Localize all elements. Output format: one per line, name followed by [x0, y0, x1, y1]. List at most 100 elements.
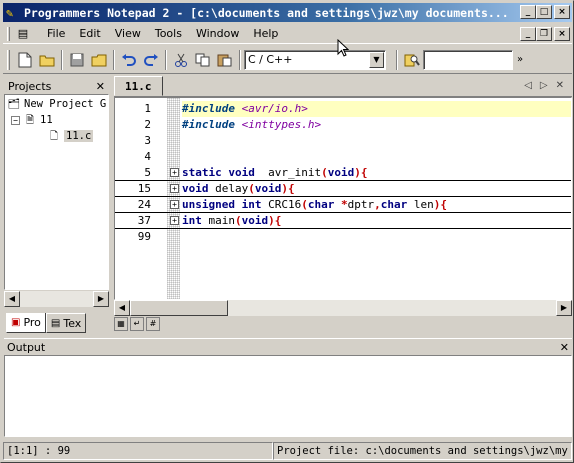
tab-scroll-left-icon[interactable]: ◁ — [524, 80, 532, 91]
mdi-close-button[interactable]: × — [554, 27, 570, 41]
chevron-down-icon[interactable]: ▼ — [369, 51, 384, 68]
editor-hscroll[interactable]: ◀ ▶ — [114, 300, 572, 316]
code-line[interactable]: 4 — [115, 149, 571, 165]
code-text: static void avr_init(void){ — [182, 165, 367, 181]
mdi-minimize-button[interactable]: _ — [520, 27, 536, 41]
code-editor[interactable]: 1 #include <avr/io.h> 2 #include <inttypes.… — [114, 97, 572, 300]
scroll-track[interactable] — [20, 291, 93, 307]
redo-icon[interactable] — [140, 49, 162, 71]
code-token: void — [327, 166, 355, 179]
code-line[interactable]: 3 — [115, 133, 571, 149]
close-icon[interactable]: ✕ — [96, 80, 105, 93]
open-folder-icon[interactable] — [88, 49, 110, 71]
text-clips-icon: ▤ — [50, 317, 61, 329]
toolbar-separator — [61, 49, 63, 70]
tab-scroll-right-icon[interactable]: ▷ — [540, 80, 548, 91]
title-bar[interactable]: ✎ Programmers Notepad 2 - [c:\documents … — [3, 3, 572, 22]
scroll-right-icon[interactable]: ▶ — [556, 300, 572, 316]
scroll-right-icon[interactable]: ▶ — [93, 291, 109, 307]
code-line[interactable]: 5 + static void avr_init(void){ — [115, 165, 571, 181]
tab-text-clips[interactable]: ▤ Tex — [45, 313, 87, 333]
code-token: static void — [182, 166, 255, 179]
code-token: void — [254, 182, 282, 195]
code-token: void — [241, 214, 269, 227]
projects-hscroll[interactable]: ◀ ▶ — [4, 291, 109, 307]
status-position: [1:1] : 99 — [3, 442, 273, 460]
tab-projects[interactable]: ▣ Pro — [6, 313, 46, 333]
scroll-left-icon[interactable]: ◀ — [114, 300, 130, 316]
tree-item-label: 11 — [40, 114, 53, 126]
output-pane[interactable] — [4, 355, 572, 437]
toolbar-grip[interactable] — [7, 49, 10, 70]
code-text: void delay(void){ — [182, 181, 295, 197]
cut-icon[interactable] — [170, 49, 192, 71]
minimize-button[interactable]: _ — [520, 5, 536, 19]
toolbar-separator — [113, 49, 115, 70]
expand-fold-icon[interactable]: + — [170, 200, 179, 209]
code-line[interactable]: 1 #include <avr/io.h> — [115, 101, 571, 117]
undo-icon[interactable] — [118, 49, 140, 71]
code-token: ){ — [354, 166, 368, 179]
menu-help[interactable]: Help — [246, 27, 285, 40]
paste-icon[interactable] — [214, 49, 236, 71]
code-token: * — [334, 198, 348, 211]
code-text: int main(void){ — [182, 213, 281, 229]
document-icon[interactable]: ▤ — [16, 27, 30, 41]
code-token: avr_init — [254, 166, 322, 179]
expand-fold-icon[interactable]: + — [170, 168, 179, 177]
code-token: unsigned int — [182, 198, 262, 211]
menu-edit[interactable]: Edit — [72, 27, 107, 40]
close-icon[interactable]: ✕ — [556, 80, 564, 91]
code-line[interactable]: 99 — [115, 229, 571, 245]
scroll-track[interactable] — [228, 300, 556, 316]
code-token: ){ — [268, 214, 282, 227]
tree-item-project[interactable]: − 🗎 11 — [11, 113, 53, 127]
language-select[interactable]: C / C++ ▼ — [244, 49, 386, 70]
menubar-grip[interactable] — [7, 26, 10, 41]
menu-view[interactable]: View — [108, 27, 148, 40]
tab-label: Tex — [63, 316, 82, 330]
language-select-value: C / C++ — [248, 53, 293, 66]
code-token: int — [182, 214, 202, 227]
toolbar-overflow-icon[interactable]: » — [513, 49, 527, 71]
line-number: 1 — [144, 102, 151, 115]
code-token: char — [307, 198, 335, 211]
code-line[interactable]: 24 + unsigned int CRC16(char *dptr,char le… — [115, 197, 571, 213]
code-line[interactable]: 2 #include <inttypes.h> — [115, 117, 571, 133]
new-file-icon[interactable] — [14, 49, 36, 71]
menu-tools[interactable]: Tools — [148, 27, 189, 40]
tab-11c[interactable]: 11.c — [114, 76, 163, 96]
split-view-icon[interactable]: ▦ — [114, 317, 128, 331]
mdi-restore-button[interactable]: ❐ — [536, 27, 552, 41]
scroll-left-icon[interactable]: ◀ — [4, 291, 20, 307]
copy-icon[interactable] — [192, 49, 214, 71]
maximize-button[interactable]: □ — [536, 5, 552, 19]
code-token: ( — [248, 182, 255, 195]
code-line[interactable]: 15 + void delay(void){ — [115, 181, 571, 197]
code-line[interactable]: 37 + int main(void){ — [115, 213, 571, 229]
code-token: ( — [301, 198, 308, 211]
line-numbers-icon[interactable]: # — [146, 317, 160, 331]
tree-item-file[interactable]: 🗋 11.c — [47, 129, 94, 143]
close-button[interactable]: × — [554, 5, 570, 19]
menu-window[interactable]: Window — [189, 27, 246, 40]
line-number: 5 — [144, 166, 151, 179]
code-token: main — [201, 214, 235, 227]
close-icon[interactable]: ✕ — [560, 341, 569, 354]
toolbar-separator — [396, 49, 398, 70]
tree-item-root[interactable]: 🗂 New Project G — [7, 97, 107, 111]
collapse-icon[interactable]: − — [11, 115, 20, 125]
menu-file[interactable]: File — [40, 27, 72, 40]
expand-fold-icon[interactable]: + — [170, 184, 179, 193]
find-icon[interactable] — [401, 49, 423, 71]
status-bar: [1:1] : 99 Project file: c:\documents an… — [3, 441, 572, 461]
word-wrap-icon[interactable]: ↵ — [130, 317, 144, 331]
editor-tabs: 11.c ◁ ▷ ✕ — [114, 76, 572, 97]
tree-item-label: 11.c — [64, 130, 94, 142]
scroll-thumb[interactable] — [130, 300, 228, 316]
tab-label: Pro — [23, 316, 41, 329]
open-file-icon[interactable] — [36, 49, 58, 71]
expand-fold-icon[interactable]: + — [170, 216, 179, 225]
save-icon[interactable] — [66, 49, 88, 71]
search-input[interactable] — [423, 49, 513, 70]
